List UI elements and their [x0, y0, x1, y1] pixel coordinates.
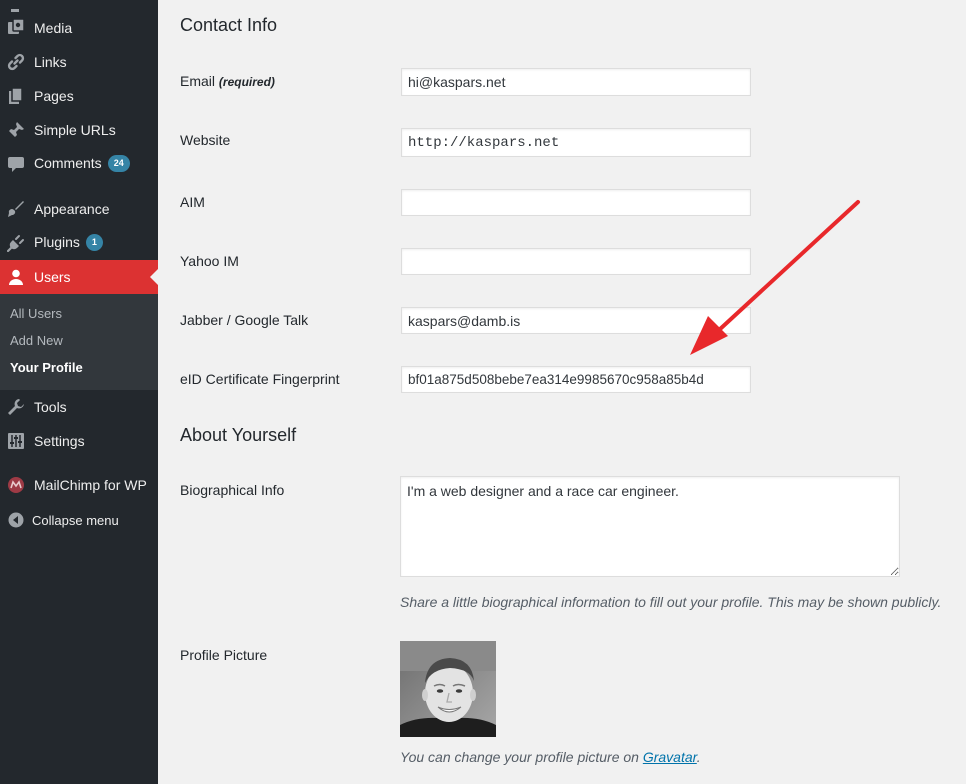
collapse-menu-button[interactable]: Collapse menu: [0, 503, 158, 537]
avatar: [400, 641, 496, 737]
comments-count-badge: 24: [107, 154, 130, 172]
website-field[interactable]: [401, 128, 751, 157]
plugins-update-badge: 1: [85, 233, 103, 251]
sidebar-item-tools[interactable]: Tools: [0, 390, 158, 424]
sidebar-item-label: Tools: [34, 399, 67, 415]
sidebar-item-simple-urls[interactable]: Simple URLs: [0, 113, 158, 147]
submenu-item-your-profile[interactable]: Your Profile: [10, 360, 83, 375]
sidebar-item-comments[interactable]: Comments 24: [0, 147, 158, 181]
sidebar-item-links[interactable]: Links: [0, 45, 158, 79]
wrench-icon: [7, 398, 25, 416]
eid-fingerprint-label: eID Certificate Fingerprint: [180, 371, 340, 387]
aim-label: AIM: [180, 194, 205, 210]
bio-description: Share a little biographical information …: [400, 594, 942, 610]
sidebar-item-label: Plugins: [34, 234, 80, 251]
cut-off-menu-icon: [7, 0, 25, 12]
sidebar-item-mailchimp[interactable]: MailChimp for WP: [0, 468, 158, 502]
aim-field[interactable]: [401, 189, 751, 216]
bio-label: Biographical Info: [180, 482, 285, 498]
user-icon: [7, 268, 25, 286]
sidebar-item-label: Comments: [34, 155, 102, 172]
sidebar-item-label: Users: [34, 269, 71, 285]
profile-form: Contact Info Email (required) Website AI…: [180, 0, 966, 784]
sidebar-item-appearance[interactable]: Appearance: [0, 192, 158, 226]
yahoo-label: Yahoo IM: [180, 253, 239, 269]
sidebar-item-label: Media: [34, 20, 73, 36]
email-label-text: Email: [180, 73, 216, 89]
sidebar-item-label: Settings: [34, 433, 85, 449]
profile-picture-description: You can change your profile picture on G…: [400, 749, 701, 765]
pages-icon: [7, 87, 25, 105]
sidebar-item-pages[interactable]: Pages: [0, 79, 158, 113]
comment-icon: [7, 155, 25, 173]
paintbrush-icon: [7, 200, 25, 218]
sidebar-item-label: Pages: [34, 88, 74, 104]
pin-icon: [7, 121, 25, 139]
about-yourself-heading: About Yourself: [180, 425, 297, 445]
users-submenu: All Users Add New Your Profile: [0, 294, 158, 390]
plugin-icon: [7, 234, 25, 252]
sidebar-item-users[interactable]: Users: [0, 260, 158, 294]
gravatar-text-suffix: .: [696, 749, 701, 765]
submenu-item-add-new[interactable]: Add New: [10, 333, 63, 348]
sidebar-item-plugins[interactable]: Plugins 1: [0, 226, 158, 260]
eid-fingerprint-field[interactable]: [401, 366, 751, 393]
email-label: Email (required): [180, 73, 275, 89]
sidebar-item-label: Appearance: [34, 201, 110, 217]
contact-info-heading: Contact Info: [180, 15, 278, 35]
gravatar-link[interactable]: Gravatar: [643, 749, 697, 765]
sidebar-item-media[interactable]: Media: [0, 11, 158, 45]
sidebar-item-label: Simple URLs: [34, 122, 116, 138]
link-icon: [7, 53, 25, 71]
media-icon: [7, 19, 25, 37]
sidebar-item-settings[interactable]: Settings: [0, 424, 158, 458]
profile-picture-label: Profile Picture: [180, 647, 268, 663]
sidebar-item-label: Links: [34, 54, 67, 70]
website-label: Website: [180, 132, 231, 148]
sidebar-item-label: Collapse menu: [32, 512, 119, 528]
submenu-item-all-users[interactable]: All Users: [10, 306, 62, 321]
jabber-label: Jabber / Google Talk: [180, 312, 309, 328]
admin-sidebar: Media Links Pages Simple URLs Comments 24…: [0, 0, 158, 784]
required-note: (required): [218, 75, 275, 89]
collapse-icon: [7, 511, 25, 529]
settings-icon: [7, 432, 25, 450]
email-field[interactable]: [401, 68, 751, 96]
jabber-field[interactable]: [401, 307, 751, 334]
mailchimp-icon: [7, 476, 25, 494]
sidebar-item-label: MailChimp for WP: [34, 477, 147, 493]
yahoo-field[interactable]: [401, 248, 751, 275]
bio-textarea[interactable]: I'm a web designer and a race car engine…: [400, 476, 900, 577]
gravatar-text-prefix: You can change your profile picture on: [400, 749, 643, 765]
